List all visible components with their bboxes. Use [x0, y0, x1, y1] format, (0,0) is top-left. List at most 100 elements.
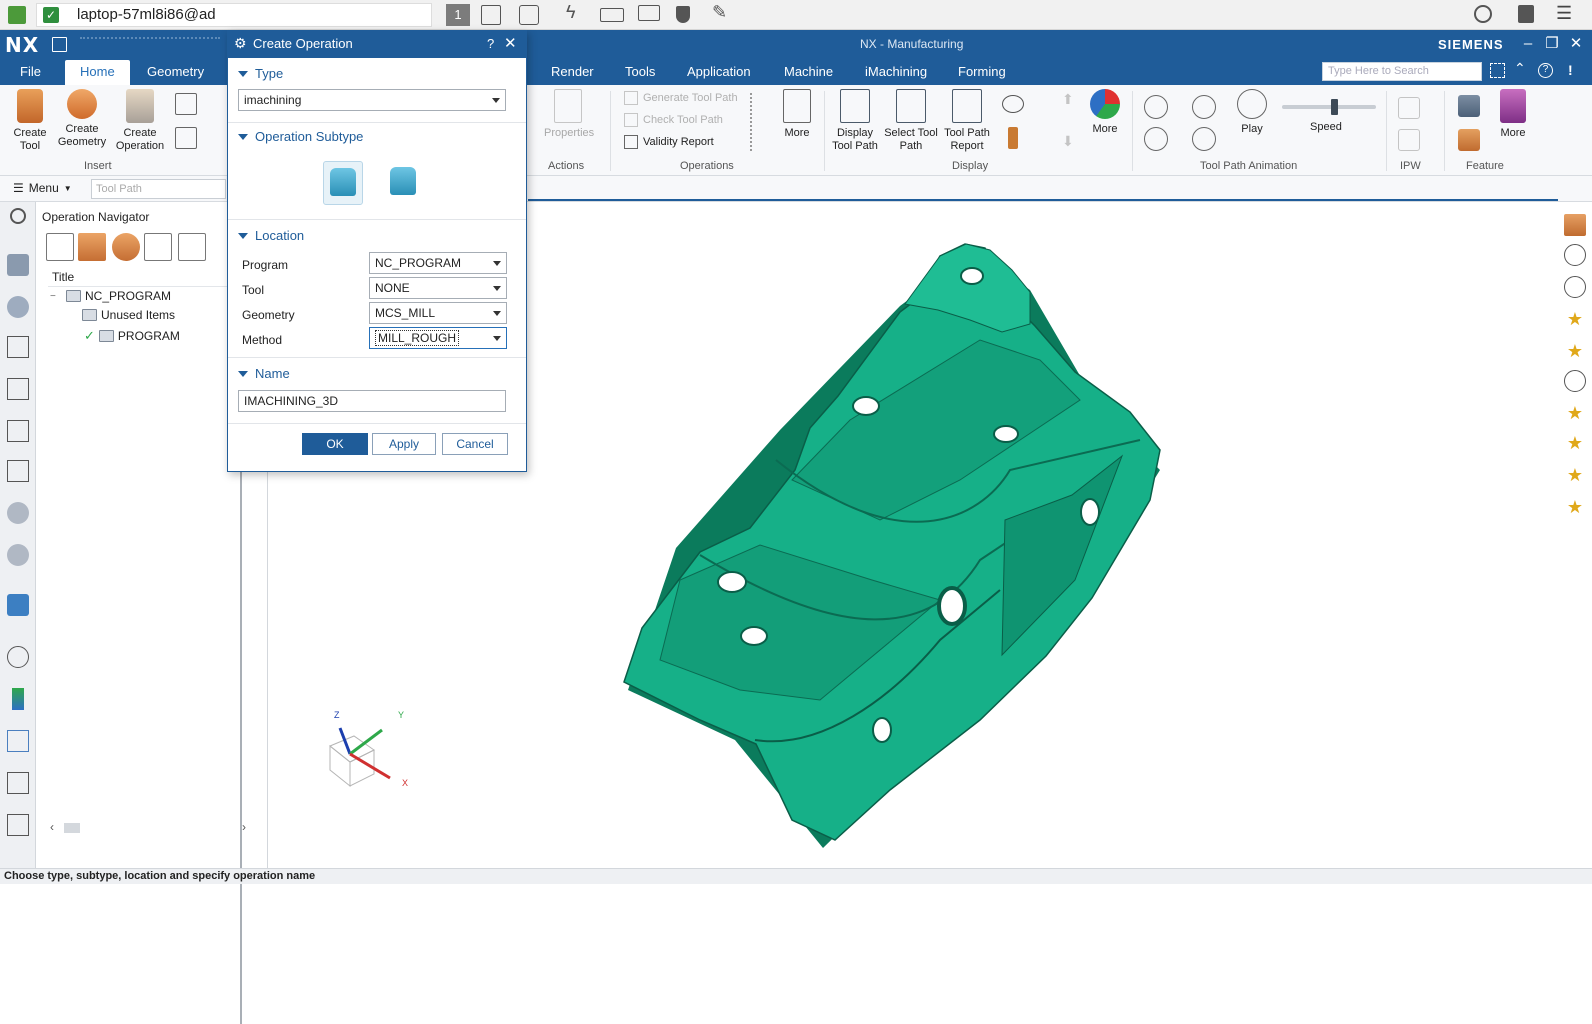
chat-icon[interactable]	[519, 5, 539, 25]
speed-slider-track[interactable]	[1282, 99, 1376, 115]
arrow-down-icon[interactable]: ⬇	[1062, 133, 1074, 150]
play-button[interactable]: Play	[1234, 89, 1270, 136]
geometry-select[interactable]: MCS_MILL	[369, 302, 507, 324]
back-circle-icon[interactable]	[1564, 370, 1586, 392]
search-input[interactable]: Type Here to Search	[1322, 62, 1482, 81]
host-field[interactable]: laptop-57ml8i86@ad	[36, 3, 432, 27]
tab-machine[interactable]: Machine	[784, 64, 833, 79]
tool-library-icon[interactable]	[7, 502, 29, 524]
tree-node-program[interactable]: ✓ PROGRAM	[84, 328, 180, 344]
minimize-icon[interactable]: –	[1518, 34, 1538, 54]
roles-icon[interactable]	[12, 688, 24, 710]
display-more-button[interactable]: More	[1086, 89, 1124, 136]
file-transfer-icon[interactable]	[481, 5, 501, 25]
machine-navigator-icon[interactable]	[7, 378, 29, 400]
tab-imachining[interactable]: iMachining	[865, 64, 927, 79]
subtype-imachining-3d-icon[interactable]	[323, 161, 363, 205]
feature-tool-icon[interactable]	[1458, 129, 1480, 151]
keyboard-icon[interactable]	[600, 8, 624, 22]
create-method-icon[interactable]	[175, 127, 197, 149]
method-select[interactable]: MILL_ROUGH	[369, 327, 507, 349]
fullscreen-icon[interactable]	[1490, 63, 1505, 78]
tab-home[interactable]: Home	[65, 60, 130, 85]
close-icon[interactable]: ✕	[1566, 34, 1586, 54]
create-geometry-button[interactable]: Create Geometry	[56, 89, 108, 149]
pause-icon[interactable]	[1192, 95, 1216, 119]
tools-icon[interactable]	[7, 772, 29, 794]
type-select[interactable]: imachining	[238, 89, 506, 111]
history-icon[interactable]	[1474, 5, 1492, 23]
speed-slider-thumb[interactable]	[1330, 99, 1338, 115]
dialog-help-icon[interactable]: ?	[487, 36, 494, 51]
star-tool-icon[interactable]: ★	[1564, 496, 1586, 518]
check-tool-path-item[interactable]: Check Tool Path	[624, 113, 723, 127]
subtype-imachining-2d-icon[interactable]	[383, 161, 423, 205]
shield-icon[interactable]	[676, 6, 690, 23]
tool-icon[interactable]	[1008, 127, 1018, 149]
star-tool-icon[interactable]: ★	[1564, 308, 1586, 330]
tab-application[interactable]: Application	[687, 64, 751, 79]
scroll-thumb[interactable]	[64, 823, 80, 833]
feature-icon[interactable]	[1458, 95, 1480, 117]
ipw-icon[interactable]	[1398, 97, 1420, 119]
chevron-left-icon[interactable]: ‹	[50, 820, 54, 834]
program-order-view-icon[interactable]	[46, 233, 74, 261]
star-tool-icon[interactable]: ★	[1564, 340, 1586, 362]
remote-app-icon[interactable]	[8, 6, 26, 24]
tree-node-unused-items[interactable]: Unused Items	[82, 308, 175, 322]
tab-geometry[interactable]: Geometry	[147, 64, 204, 79]
pen-icon[interactable]: ✎	[712, 2, 727, 23]
reuse-library-icon[interactable]	[7, 544, 29, 566]
play-circle-icon[interactable]	[1564, 244, 1586, 266]
apply-button[interactable]: Apply	[372, 433, 436, 455]
geometry-view-icon[interactable]	[112, 233, 140, 261]
tab-forming[interactable]: Forming	[958, 64, 1006, 79]
operation-navigator-icon[interactable]	[7, 336, 29, 358]
assembly-navigator-icon[interactable]	[7, 296, 29, 318]
type-section-header[interactable]: Type	[238, 66, 283, 81]
operation-tool-icons[interactable]	[750, 93, 766, 151]
monitor-icon[interactable]	[638, 5, 660, 21]
display-tool-path-button[interactable]: Display Tool Path	[828, 89, 882, 153]
search-icon[interactable]	[1462, 64, 1474, 76]
validity-report-item[interactable]: Validity Report	[624, 135, 714, 149]
tree-node-nc-program[interactable]: − NC_PROGRAM	[50, 289, 171, 303]
analysis-icon[interactable]	[7, 730, 29, 752]
hamburger-icon[interactable]: ☰	[1556, 3, 1572, 24]
alert-icon[interactable]: !	[1568, 62, 1573, 78]
menu-button[interactable]: ☰ Menu ▼	[13, 181, 72, 195]
skip-start-icon[interactable]	[1144, 127, 1168, 151]
download-icon[interactable]	[1518, 5, 1534, 23]
create-view-icon[interactable]	[178, 233, 206, 261]
help-circle-icon[interactable]	[1564, 276, 1586, 298]
selection-filter[interactable]: Tool Path	[91, 179, 226, 199]
vertical-scrollbar[interactable]	[240, 464, 242, 1024]
ok-button[interactable]: OK	[302, 433, 368, 455]
add-view-icon[interactable]	[1564, 214, 1586, 236]
title-column-header[interactable]: Title	[52, 270, 74, 284]
tab-tools[interactable]: Tools	[625, 64, 655, 79]
star-tool-icon[interactable]: ★	[1564, 432, 1586, 454]
dialog-close-icon[interactable]: ✕	[504, 34, 517, 52]
restore-icon[interactable]: ❐	[1542, 34, 1562, 54]
settings-icon[interactable]	[10, 208, 26, 224]
name-section-header[interactable]: Name	[238, 366, 290, 381]
generate-tool-path-item[interactable]: Generate Tool Path	[624, 91, 738, 105]
part-navigator-icon[interactable]	[7, 254, 29, 276]
properties-button[interactable]: Properties	[544, 89, 594, 140]
star-tool-icon[interactable]: ★	[1564, 402, 1586, 424]
dialog-header[interactable]: ⚙ Create Operation ? ✕	[228, 31, 526, 58]
subtype-section-header[interactable]: Operation Subtype	[238, 129, 363, 144]
step-back-icon[interactable]	[1144, 95, 1168, 119]
collapse-icon[interactable]: −	[50, 291, 62, 302]
ipw-options-icon[interactable]	[1398, 129, 1420, 151]
star-tool-icon[interactable]: ★	[1564, 464, 1586, 486]
select-tool-path-button[interactable]: Select Tool Path	[884, 89, 938, 153]
create-program-icon[interactable]	[175, 93, 197, 115]
feature-more-button[interactable]: More	[1494, 89, 1532, 140]
operations-more-button[interactable]: More	[778, 89, 816, 140]
session-badge[interactable]: 1	[446, 4, 470, 26]
location-section-header[interactable]: Location	[238, 228, 304, 243]
tab-render[interactable]: Render	[551, 64, 594, 79]
tool-select[interactable]: NONE	[369, 277, 507, 299]
